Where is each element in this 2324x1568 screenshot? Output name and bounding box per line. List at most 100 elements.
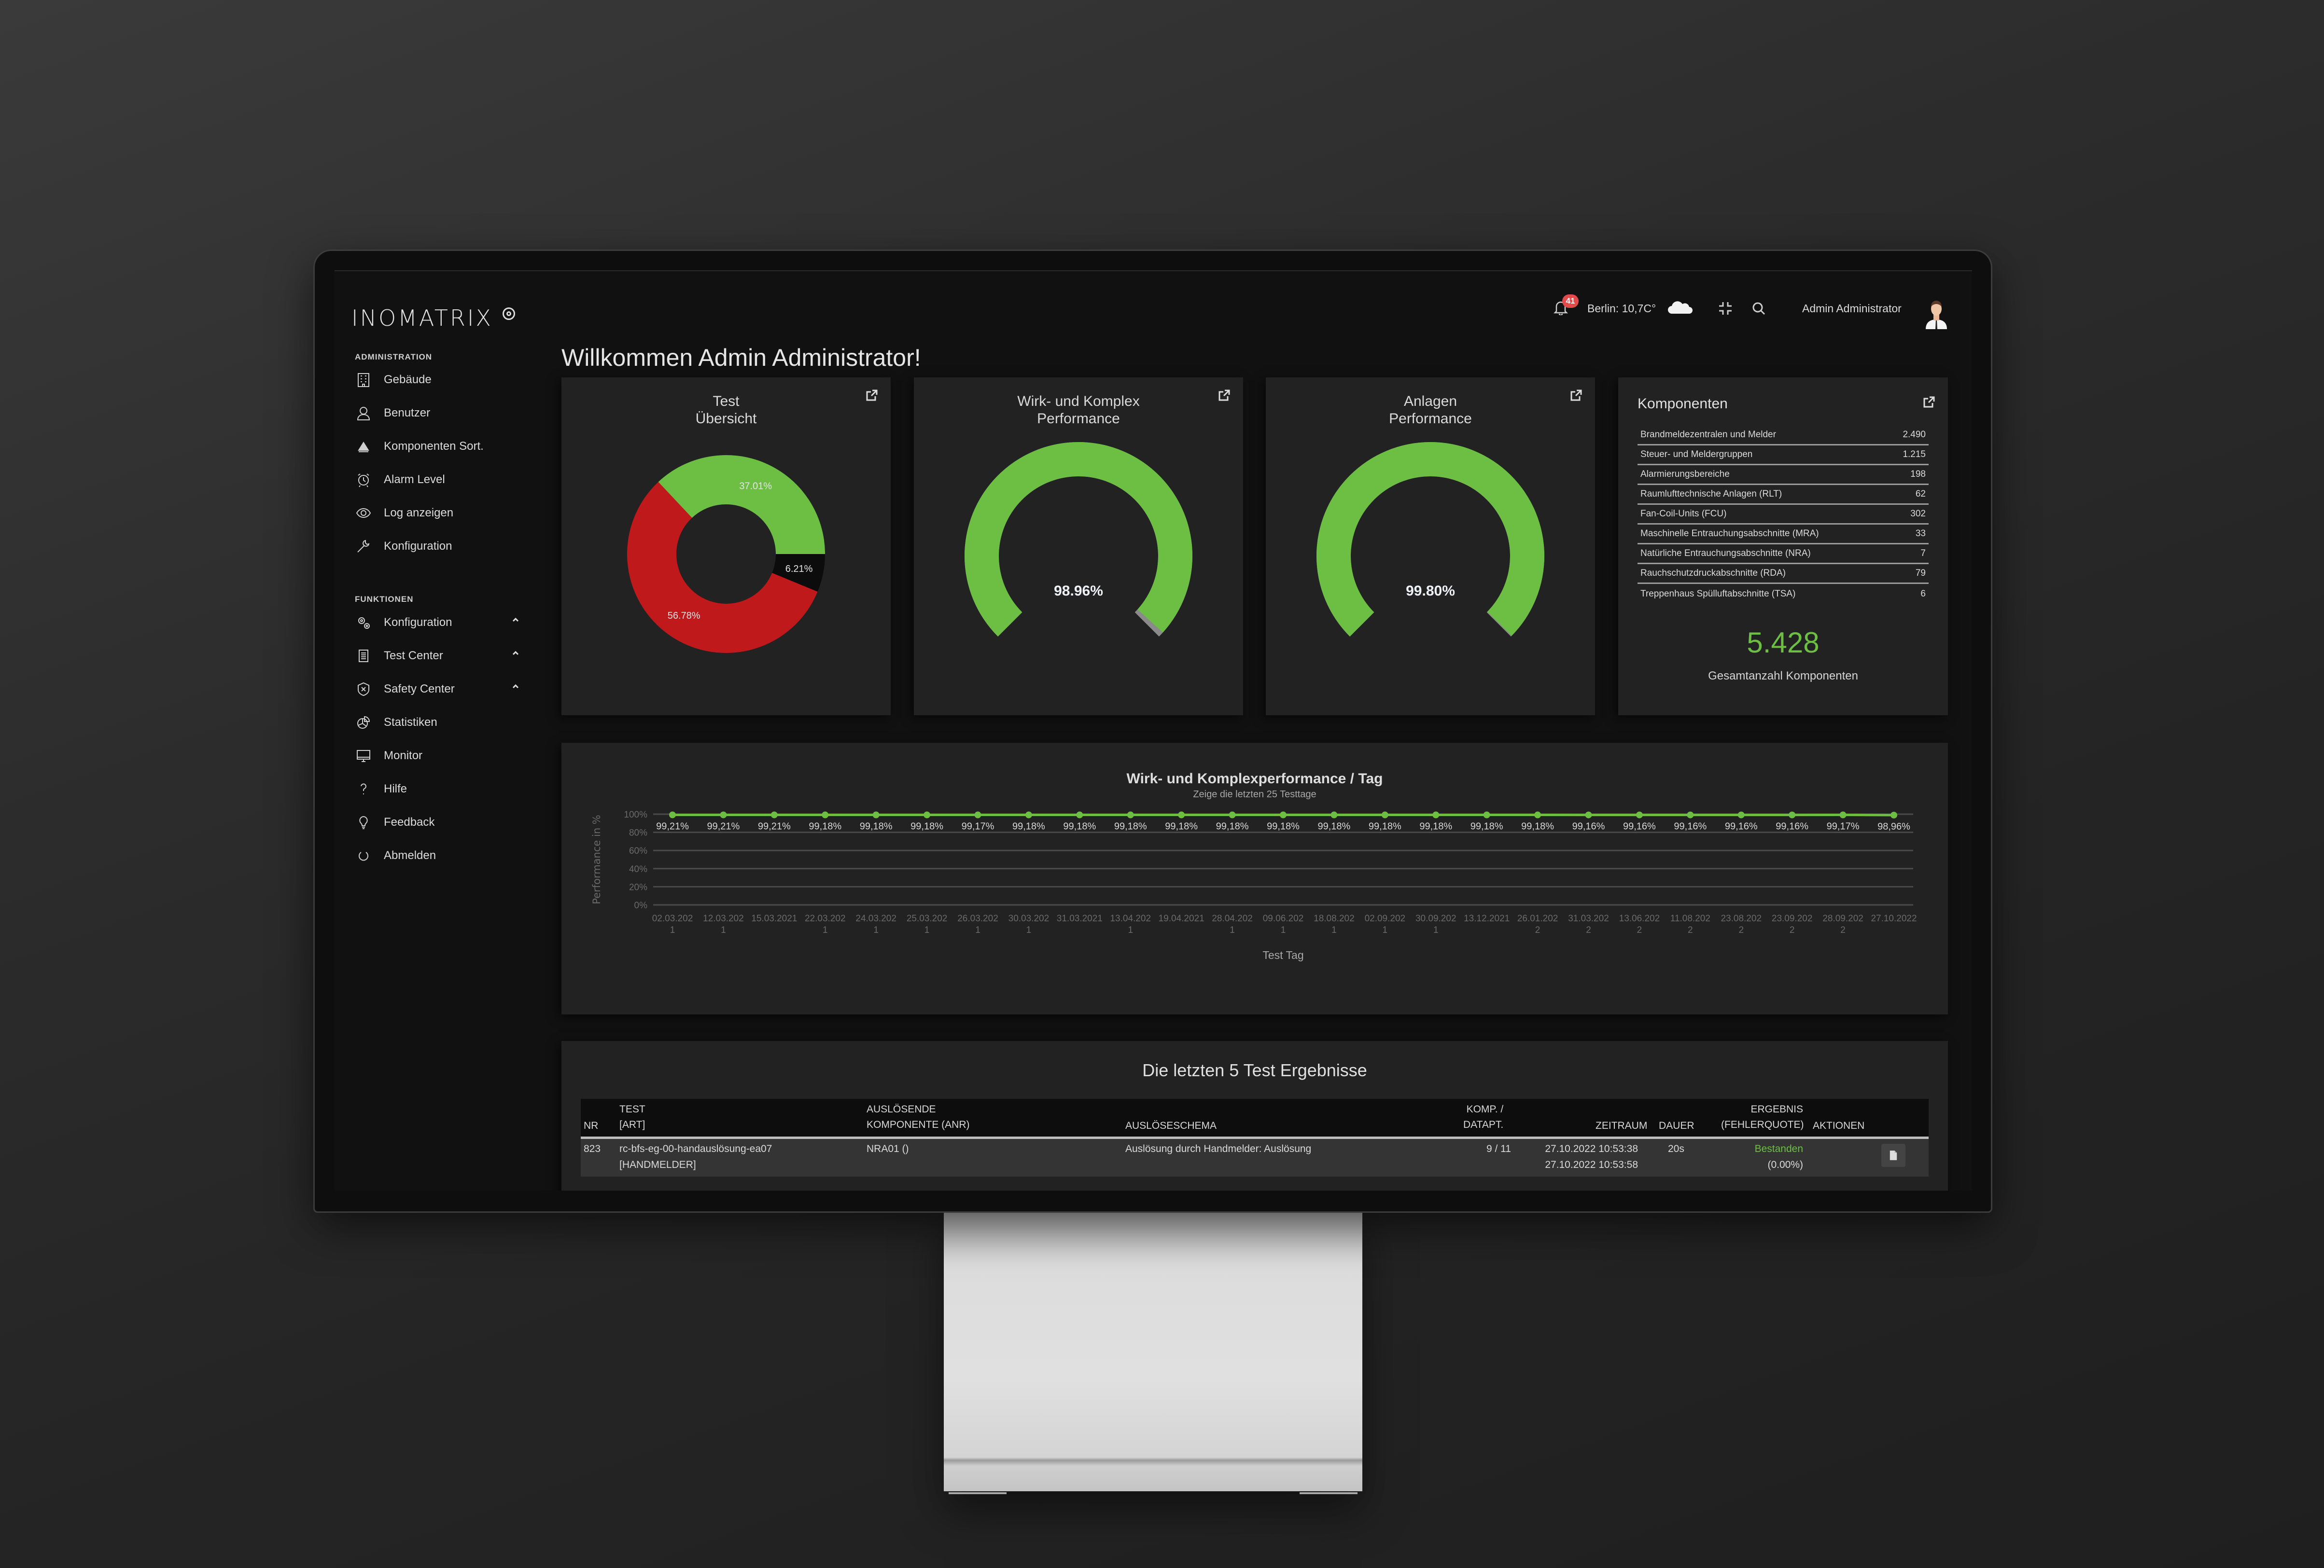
cell-test-art: [HANDMELDER] — [619, 1159, 696, 1170]
card-title: Komponenten — [1638, 396, 1728, 412]
x-tick-line: 28.09.202 — [1822, 914, 1863, 924]
sidebar-item-benutzer[interactable]: Benutzer — [355, 401, 519, 425]
komponenten-row: Rauchschutzdruckabschnitte (RDA) 79 — [1638, 564, 1929, 584]
sidebar-item-test-center[interactable]: Test Center — [355, 644, 519, 668]
col-header-zeitraum[interactable]: ZEITRAUM — [1596, 1118, 1647, 1134]
x-tick-label: 13.06.202 2 — [1619, 914, 1660, 935]
avatar[interactable] — [1923, 295, 1950, 329]
cell-nr: 823 — [584, 1143, 601, 1154]
col-header-komponente[interactable]: AUSLÖSENDE KOMPONENTE (ANR) — [867, 1102, 970, 1133]
card-wirk-komplex: Wirk- und Komplex Performance 98.96% — [914, 377, 1243, 715]
logo[interactable]: INOMATRIX — [351, 305, 493, 331]
external-link-icon[interactable] — [1923, 396, 1935, 408]
komponenten-value: 1.215 — [1903, 449, 1926, 459]
table-header: NR TEST [ART] AUSLÖSENDE KOMPONENTE (ANR… — [581, 1099, 1929, 1139]
x-tick-line: 1 — [670, 925, 675, 935]
komponenten-value: 302 — [1910, 509, 1926, 519]
x-tick-label: 13.12.2021 — [1464, 914, 1510, 924]
komponenten-row: Steuer- und Meldergruppen 1.215 — [1638, 445, 1929, 465]
komponenten-value: 33 — [1915, 528, 1926, 539]
sidebar-item-feedback[interactable]: Feedback — [355, 810, 519, 834]
question-icon — [355, 780, 372, 798]
col-header-schema[interactable]: AUSLÖSESCHEMA — [1125, 1118, 1217, 1134]
gauge-value-label: 98.96% — [1054, 583, 1103, 599]
sidebar-toggle-icon[interactable] — [503, 307, 515, 320]
x-tick-line: 1 — [823, 925, 828, 935]
user-icon — [355, 404, 372, 422]
table-title: Die letzten 5 Test Ergebnisse — [1142, 1060, 1367, 1080]
sidebar-item-monitor[interactable]: Monitor — [355, 744, 519, 768]
data-label: 99,16% — [1725, 821, 1758, 832]
x-tick-line: 28.04.202 — [1212, 914, 1253, 924]
x-tick-line: 26.01.202 — [1517, 914, 1558, 924]
sidebar-item-hilfe[interactable]: Hilfe — [355, 777, 519, 801]
test-results-panel: Die letzten 5 Test Ergebnisse NR TEST [A… — [561, 1041, 1948, 1191]
x-tick-label: 30.09.202 1 — [1415, 914, 1456, 935]
table-row[interactable]: 823 rc-bfs-eg-00-handauslösung-ea07 [HAN… — [581, 1139, 1929, 1177]
col-header-nr[interactable]: NR — [584, 1118, 598, 1134]
komponenten-value: 198 — [1910, 469, 1926, 479]
external-link-icon[interactable] — [1570, 389, 1582, 402]
x-tick-line: 1 — [924, 925, 930, 935]
data-point — [924, 811, 931, 819]
komponenten-label: Raumlufttechnische Anlagen (RLT) — [1640, 489, 1782, 499]
data-label: 98,96% — [1877, 821, 1910, 832]
external-link-icon[interactable] — [866, 389, 878, 402]
chevron-up-icon[interactable] — [512, 683, 519, 690]
cell-schema: Auslösung durch Handmelder: Auslösung — [1125, 1143, 1312, 1154]
x-tick-line: 1 — [1383, 925, 1388, 935]
x-tick-label: 22.03.202 1 — [805, 914, 846, 935]
user-name[interactable]: Admin Administrator — [1802, 302, 1902, 315]
sidebar-item-log-anzeigen[interactable]: Log anzeigen — [355, 501, 519, 525]
col-header-ergebnis[interactable]: ERGEBNIS (FEHLERQUOTE) — [1721, 1102, 1804, 1133]
compress-icon[interactable] — [1718, 301, 1733, 316]
x-tick-label: 31.03.2021 — [1057, 914, 1103, 924]
sidebar-item-konfiguration-admin[interactable]: Konfiguration — [355, 534, 519, 558]
col-header-test[interactable]: TEST [ART] — [619, 1102, 645, 1133]
card-title: Wirk- und Komplex Performance — [914, 393, 1243, 428]
data-label: 99,18% — [860, 821, 893, 832]
sidebar-item-label: Komponenten Sort. — [384, 440, 484, 453]
sidebar-item-label: Monitor — [384, 749, 423, 762]
data-point — [1381, 811, 1388, 819]
komponenten-label: Fan-Coil-Units (FCU) — [1640, 509, 1727, 519]
col-header-aktionen[interactable]: AKTIONEN — [1813, 1118, 1864, 1134]
section-label-funktionen: FUNKTIONEN — [355, 595, 414, 604]
data-label: 99,16% — [1572, 821, 1605, 832]
x-tick-label: 26.01.202 2 — [1517, 914, 1558, 935]
cell-zeitraum-end: 27.10.2022 10:53:58 — [1545, 1159, 1638, 1170]
x-tick-line: 22.03.202 — [805, 914, 846, 924]
sidebar-item-abmelden[interactable]: Abmelden — [355, 844, 519, 868]
donut-label: 56.78% — [668, 611, 700, 621]
card-title-line: Performance — [1037, 411, 1120, 427]
data-point — [1280, 811, 1287, 819]
x-axis-label: Test Tag — [1262, 949, 1303, 961]
x-tick-label: 19.04.2021 — [1159, 914, 1204, 924]
x-tick-line: 30.03.202 — [1008, 914, 1050, 924]
sidebar-item-komponenten-sort[interactable]: Komponenten Sort. — [355, 434, 519, 458]
sidebar-item-alarm-level[interactable]: Alarm Level — [355, 468, 519, 492]
col-header-dauer[interactable]: DAUER — [1659, 1118, 1694, 1134]
sidebar-item-safety-center[interactable]: Safety Center — [355, 677, 519, 701]
data-point — [1636, 811, 1643, 819]
x-tick-line: 2 — [1790, 925, 1795, 935]
search-icon[interactable] — [1751, 301, 1766, 316]
sidebar-item-konfiguration[interactable]: Konfiguration — [355, 611, 519, 635]
komponenten-label: Natürliche Entrauchungsabschnitte (NRA) — [1640, 548, 1811, 558]
x-tick-line: 13.04.202 — [1110, 914, 1151, 924]
external-link-icon[interactable] — [1218, 389, 1231, 402]
sidebar-item-statistiken[interactable]: Statistiken — [355, 710, 519, 735]
pdf-download-button[interactable] — [1881, 1144, 1905, 1167]
chevron-up-icon[interactable] — [512, 650, 519, 656]
data-point — [1432, 811, 1440, 819]
y-tick-label: 80% — [629, 828, 647, 838]
x-tick-label: 12.03.202 1 — [703, 914, 744, 935]
chevron-up-icon[interactable] — [512, 616, 519, 623]
komponenten-label: Steuer- und Meldergruppen — [1640, 449, 1753, 459]
komponenten-value: 2.490 — [1903, 430, 1926, 440]
cell-ergebnis: Bestanden (0.00%) — [1731, 1141, 1803, 1173]
col-header-komp-datapt[interactable]: KOMP. / DATAPT. — [1463, 1102, 1503, 1133]
sidebar-item-gebaeude[interactable]: Gebäude — [355, 368, 519, 392]
y-tick-label: 40% — [629, 864, 647, 874]
x-tick-line: 1 — [1281, 925, 1286, 935]
